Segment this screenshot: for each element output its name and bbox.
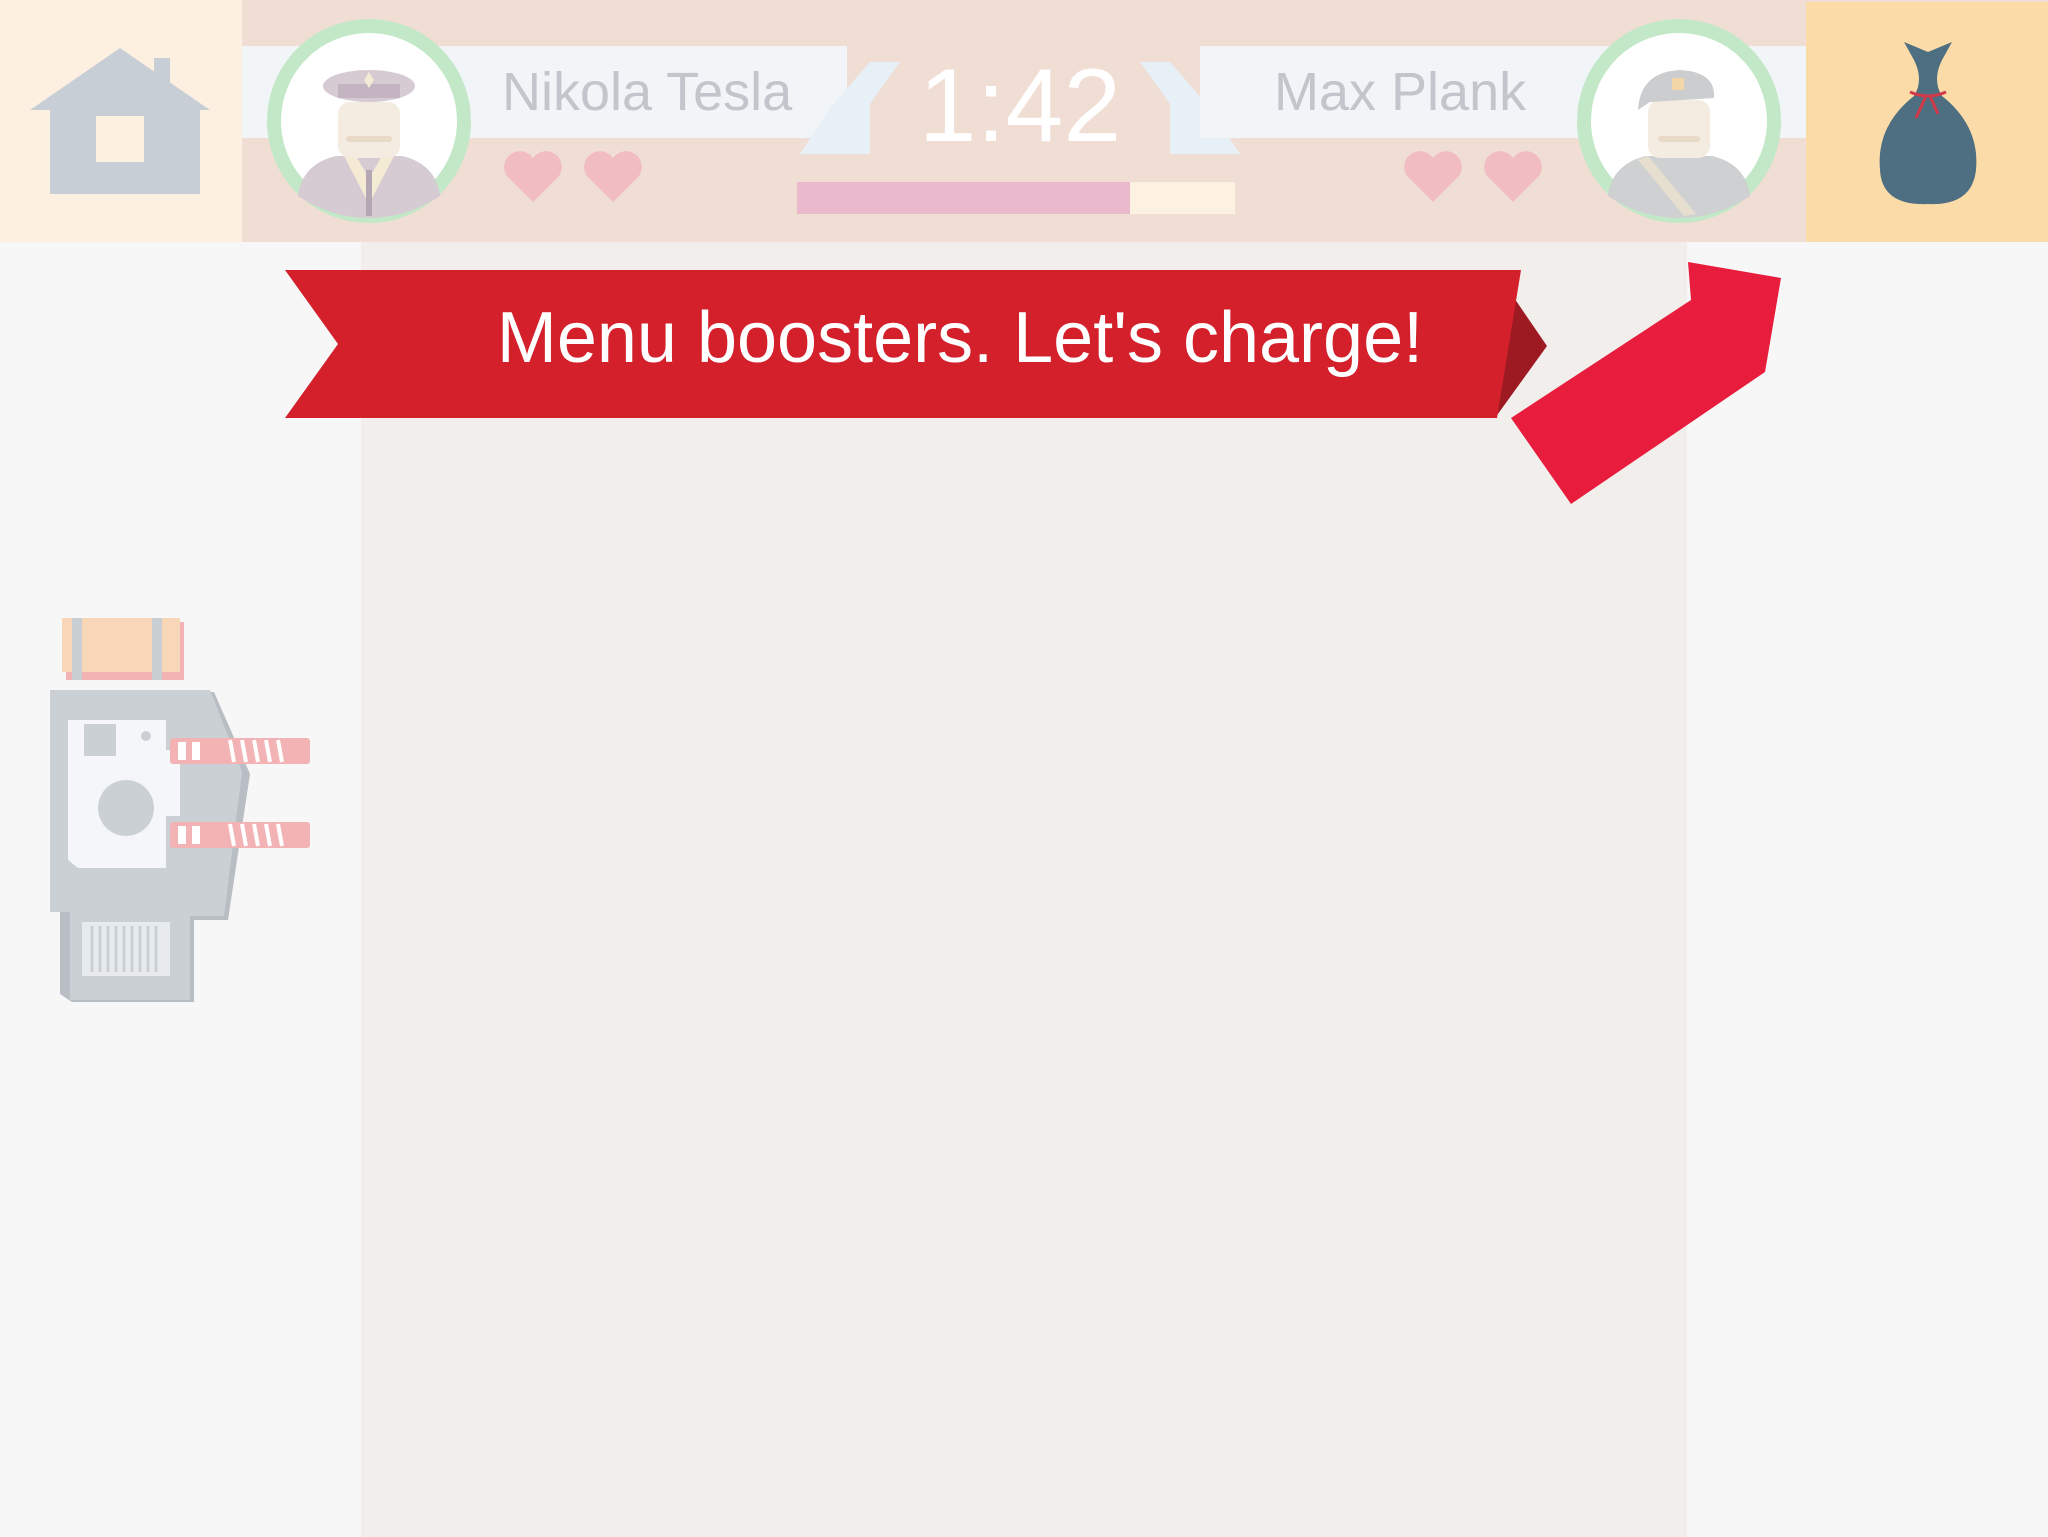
player-left-lives [504,151,642,202]
cannon-barrel-top [170,738,310,764]
home-button[interactable] [0,0,242,242]
house-icon [30,48,210,194]
money-bag-icon [1879,42,1977,205]
turn-timer: 1:42 [918,48,1122,164]
turn-progress-fill [797,182,1130,214]
banner-ribbon-tail [1511,262,1781,504]
banner-text: Menu boosters. Let's charge! [496,298,1424,378]
twin-cannon-tank-icon[interactable] [44,616,320,1004]
player-right-name: Max Plank [1274,62,1527,122]
inventory-bag-button[interactable] [1806,2,2048,242]
player-right-lives [1404,151,1542,202]
heart-icon [1404,151,1462,202]
heart-icon [584,151,642,202]
soldier-avatar-icon [1577,19,1781,223]
heart-icon [504,151,562,202]
heart-icon [1484,151,1542,202]
officer-avatar-icon [267,19,471,223]
player-left-name: Nikola Tesla [502,62,793,122]
cannon-barrel-bottom [170,822,310,848]
turn-progress-bar [797,182,1235,214]
